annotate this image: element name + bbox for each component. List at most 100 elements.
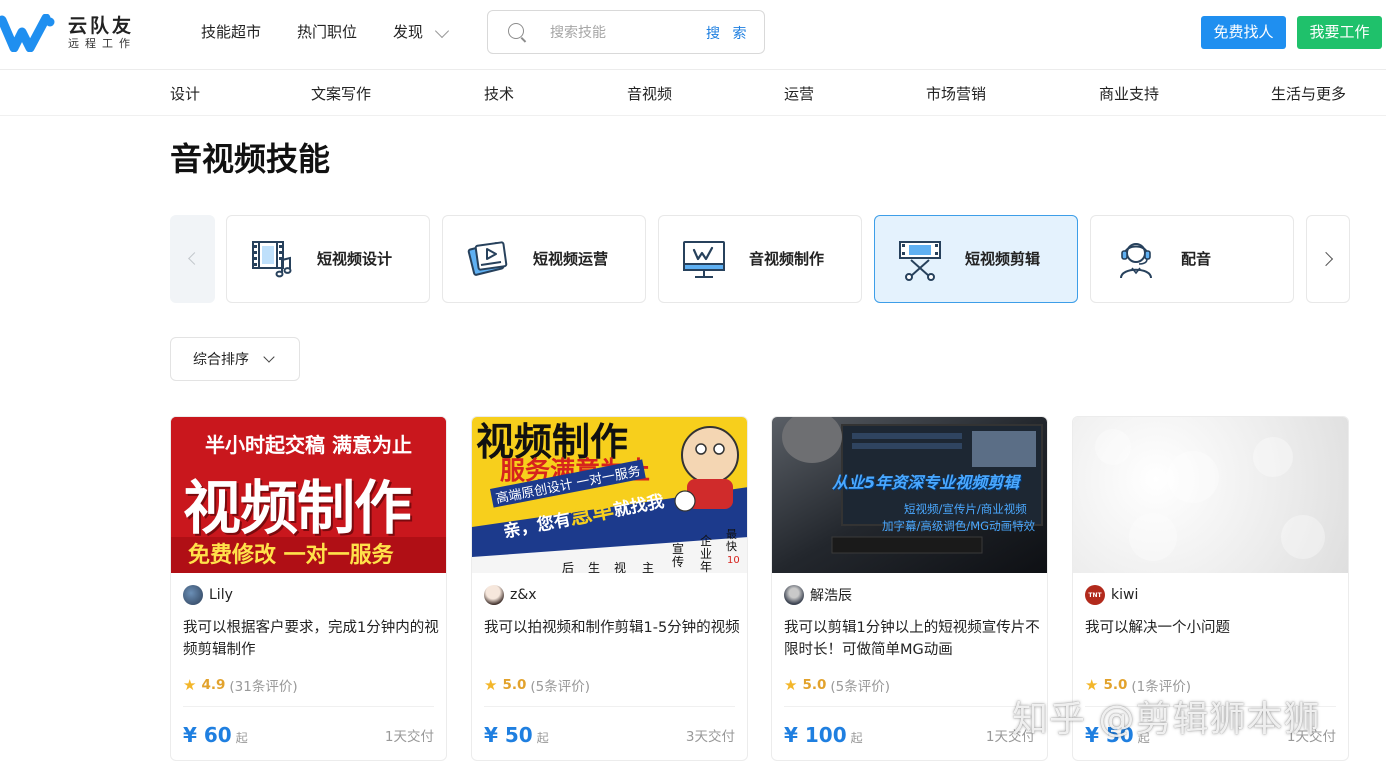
- price-suffix: 起: [536, 731, 549, 745]
- category-life-more[interactable]: 生活与更多: [1271, 84, 1346, 104]
- divider: [784, 706, 1035, 707]
- price-value: ¥ 60: [183, 723, 232, 747]
- monitor-video-icon: [683, 241, 725, 278]
- card-title[interactable]: 我可以拍视频和制作剪辑1-5分钟的视频: [484, 617, 740, 639]
- sort-dropdown[interactable]: 综合排序: [170, 337, 300, 381]
- card-price: ¥ 50 起: [484, 723, 549, 747]
- avatar[interactable]: TNT: [1085, 585, 1105, 605]
- delivery-time: 3天交付: [685, 729, 735, 745]
- review-count: (31条评价): [229, 679, 298, 695]
- card-rating: ★ 5.0 (5条评价): [484, 675, 590, 695]
- category-marketing[interactable]: 市场营销: [926, 84, 986, 104]
- star-icon: ★: [484, 676, 498, 694]
- sort-label: 综合排序: [193, 352, 249, 368]
- cover-text: 加字幕/高级调色/MG动画特效: [882, 519, 1036, 533]
- review-count: (5条评价): [830, 679, 890, 695]
- logo-name: 云队友: [68, 15, 135, 37]
- cover-text: 视: [614, 561, 627, 573]
- delivery-time: 1天交付: [384, 729, 434, 745]
- service-card[interactable]: 半小时起交稿 满意为止 视频制作 免费修改 一对一服务 Lily 我可以根据客户…: [170, 416, 447, 761]
- cover-text: 10: [727, 555, 740, 566]
- rating-value: 4.9: [201, 677, 226, 693]
- price-value: ¥ 100: [784, 723, 847, 747]
- video-operation-icon: [467, 241, 508, 276]
- cover-text: 短视频/宣传片/商业视频: [904, 502, 1027, 516]
- category-bar: 设计 文案写作 技术 音视频 运营 市场营销 商业支持 生活与更多: [0, 71, 1386, 116]
- cover-text: 从业5年资深专业视频剪辑: [832, 473, 1020, 492]
- username[interactable]: Lily: [209, 587, 233, 603]
- headset-person-icon: [1120, 243, 1152, 279]
- carousel-prev-button[interactable]: [170, 215, 215, 303]
- card-cover-image: 从业5年资深专业视频剪辑 短视频/宣传片/商业视频 加字幕/高级调色/MG动画特…: [772, 417, 1047, 573]
- skill-card-voice-over[interactable]: 配音: [1090, 215, 1294, 303]
- search-icon: [508, 23, 524, 39]
- category-audio-video[interactable]: 音视频: [627, 84, 672, 104]
- skill-card-short-video-editing[interactable]: 短视频剪辑: [874, 215, 1078, 303]
- star-icon: ★: [183, 676, 197, 694]
- divider: [183, 706, 434, 707]
- cover-text: 半小时起交稿 满意为止: [205, 433, 412, 457]
- service-card[interactable]: 视频制作 服务满意为止 高端原创设计 一对一服务 亲，您有急单就找我 最快 10…: [471, 416, 748, 761]
- category-tech[interactable]: 技术: [484, 84, 514, 104]
- card-title[interactable]: 我可以剪辑1分钟以上的短视频宣传片不限时长！可做简单MG动画: [784, 617, 1040, 661]
- category-business-support[interactable]: 商业支持: [1099, 84, 1159, 104]
- avatar[interactable]: [183, 585, 203, 605]
- skill-card-audio-video-production[interactable]: 音视频制作: [658, 215, 862, 303]
- cover-photo: [772, 417, 1047, 573]
- skill-label: 配音: [1181, 250, 1212, 268]
- logo[interactable]: 云队友 远程工作: [0, 14, 136, 52]
- cover-text: 企业年: [700, 534, 713, 574]
- card-title[interactable]: 我可以根据客户要求，完成1分钟内的视频剪辑制作: [183, 617, 439, 661]
- nav-discover[interactable]: 发现: [393, 22, 423, 42]
- watermark: 知乎 @剪辑狮本狮: [1012, 699, 1321, 740]
- chevron-down-icon: [263, 351, 275, 363]
- cover-text: 后: [562, 561, 575, 573]
- rating-value: 5.0: [502, 677, 527, 693]
- logo-mark-icon: [0, 14, 55, 52]
- skill-card-short-video-design[interactable]: 短视频设计: [226, 215, 430, 303]
- skill-card-short-video-operation[interactable]: 短视频运营: [442, 215, 646, 303]
- search-box: 搜 索: [487, 10, 765, 54]
- skill-label: 短视频运营: [533, 250, 609, 268]
- category-operations[interactable]: 运营: [784, 84, 814, 104]
- search-button[interactable]: 搜 索: [706, 23, 750, 43]
- avatar[interactable]: [784, 585, 804, 605]
- price-suffix: 起: [850, 731, 863, 745]
- chevron-down-icon[interactable]: [434, 23, 450, 39]
- username[interactable]: 解浩辰: [810, 585, 852, 605]
- service-card[interactable]: 从业5年资深专业视频剪辑 短视频/宣传片/商业视频 加字幕/高级调色/MG动画特…: [771, 416, 1048, 761]
- category-copywriting[interactable]: 文案写作: [311, 84, 371, 104]
- nav-skill-market[interactable]: 技能超市: [201, 22, 261, 42]
- card-cover-image: [1073, 417, 1348, 573]
- card-rating: ★ 5.0 (5条评价): [784, 675, 890, 695]
- skill-label: 音视频制作: [749, 250, 825, 268]
- username[interactable]: z&x: [510, 587, 537, 603]
- cover-text: 视频制作: [183, 474, 412, 542]
- username[interactable]: kiwi: [1111, 587, 1138, 603]
- card-title[interactable]: 我可以解决一个小问题: [1085, 617, 1341, 639]
- search-input[interactable]: [550, 22, 690, 44]
- cover-texture: [1095, 429, 1325, 561]
- card-price: ¥ 60 起: [183, 723, 248, 747]
- star-icon: ★: [784, 676, 798, 694]
- cover-text: 免费修改 一对一服务: [188, 543, 394, 568]
- cover-text: 宣传: [672, 542, 685, 569]
- cover-text: 最快: [726, 528, 737, 553]
- top-header: 云队友 远程工作 技能超市 热门职位 发现 搜 索 免费找人 我要工作: [0, 0, 1386, 70]
- card-price: ¥ 100 起: [784, 723, 863, 747]
- cover-text: 主: [642, 561, 655, 573]
- category-design[interactable]: 设计: [170, 84, 200, 104]
- card-cover-image: 视频制作 服务满意为止 高端原创设计 一对一服务 亲，您有急单就找我 最快 10…: [472, 417, 747, 574]
- price-suffix: 起: [235, 731, 248, 745]
- divider: [484, 706, 735, 707]
- skill-label: 短视频剪辑: [965, 250, 1041, 268]
- find-talent-button[interactable]: 免费找人: [1201, 16, 1286, 49]
- avatar[interactable]: [484, 585, 504, 605]
- page-title: 音视频技能: [170, 140, 331, 178]
- skill-label: 短视频设计: [317, 250, 393, 268]
- nav-hot-jobs[interactable]: 热门职位: [297, 22, 357, 42]
- find-work-button[interactable]: 我要工作: [1297, 16, 1382, 49]
- film-music-icon: [252, 241, 292, 278]
- logo-subtitle: 远程工作: [68, 37, 136, 50]
- carousel-next-button[interactable]: [1306, 215, 1350, 303]
